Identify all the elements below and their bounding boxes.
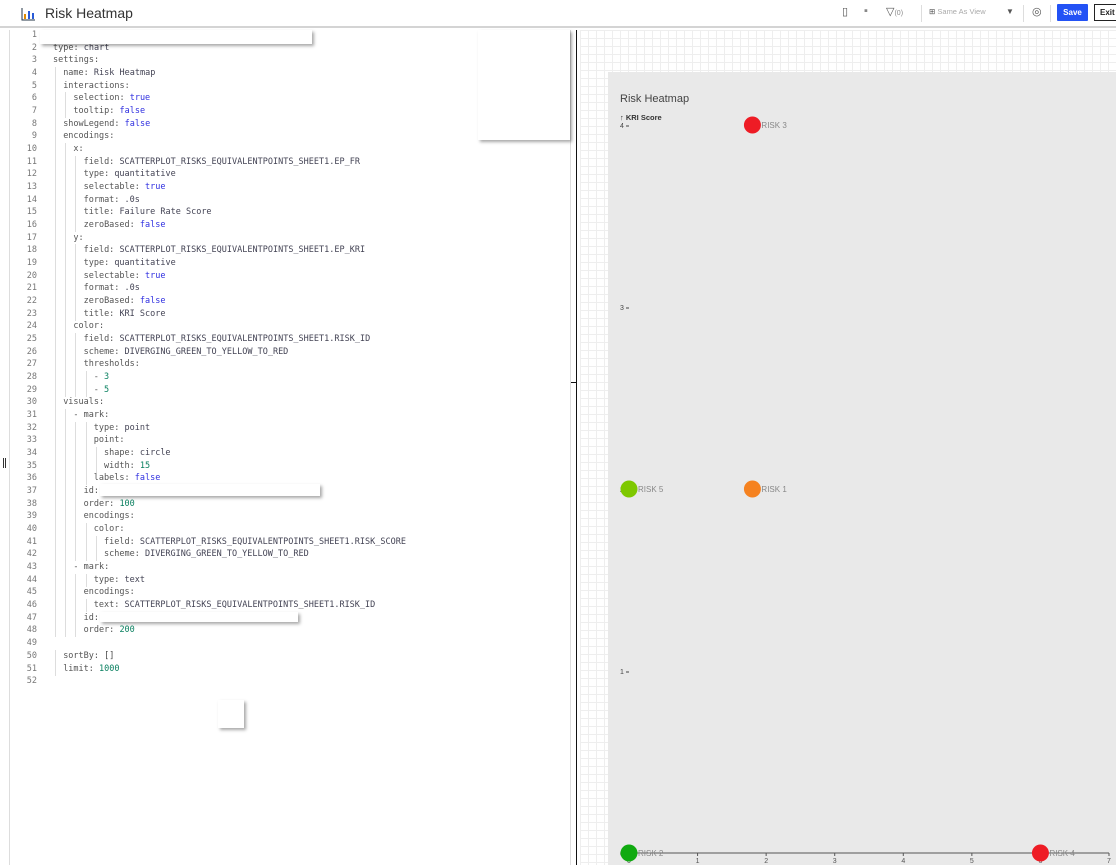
data-point[interactable]	[620, 480, 638, 498]
autocomplete-popup	[218, 700, 244, 728]
point-label: RISK 5	[638, 485, 664, 494]
autocomplete-popup	[100, 612, 298, 622]
y-tick-label: 1	[620, 669, 624, 676]
x-tick-label: 2	[764, 858, 768, 865]
x-tick-label: 7	[1107, 858, 1111, 865]
data-point[interactable]	[743, 116, 761, 134]
data-point[interactable]	[620, 844, 638, 862]
autocomplete-popup	[478, 30, 570, 140]
y-tick-label: 4	[620, 123, 624, 130]
autocomplete-popup	[40, 30, 312, 44]
point-label: RISK 1	[761, 485, 787, 494]
x-tick-label: 1	[696, 858, 700, 865]
x-tick-label: 3	[833, 858, 837, 865]
x-tick-label: 5	[970, 858, 974, 865]
autocomplete-popup	[100, 484, 320, 496]
x-tick-label: 4	[901, 858, 905, 865]
y-tick-label: 3	[620, 305, 624, 312]
point-label: RISK 3	[761, 121, 787, 130]
data-point[interactable]	[743, 480, 761, 498]
point-label: RISK 2	[638, 849, 664, 858]
data-point[interactable]	[1031, 844, 1049, 862]
point-label: RISK 4	[1049, 849, 1075, 858]
